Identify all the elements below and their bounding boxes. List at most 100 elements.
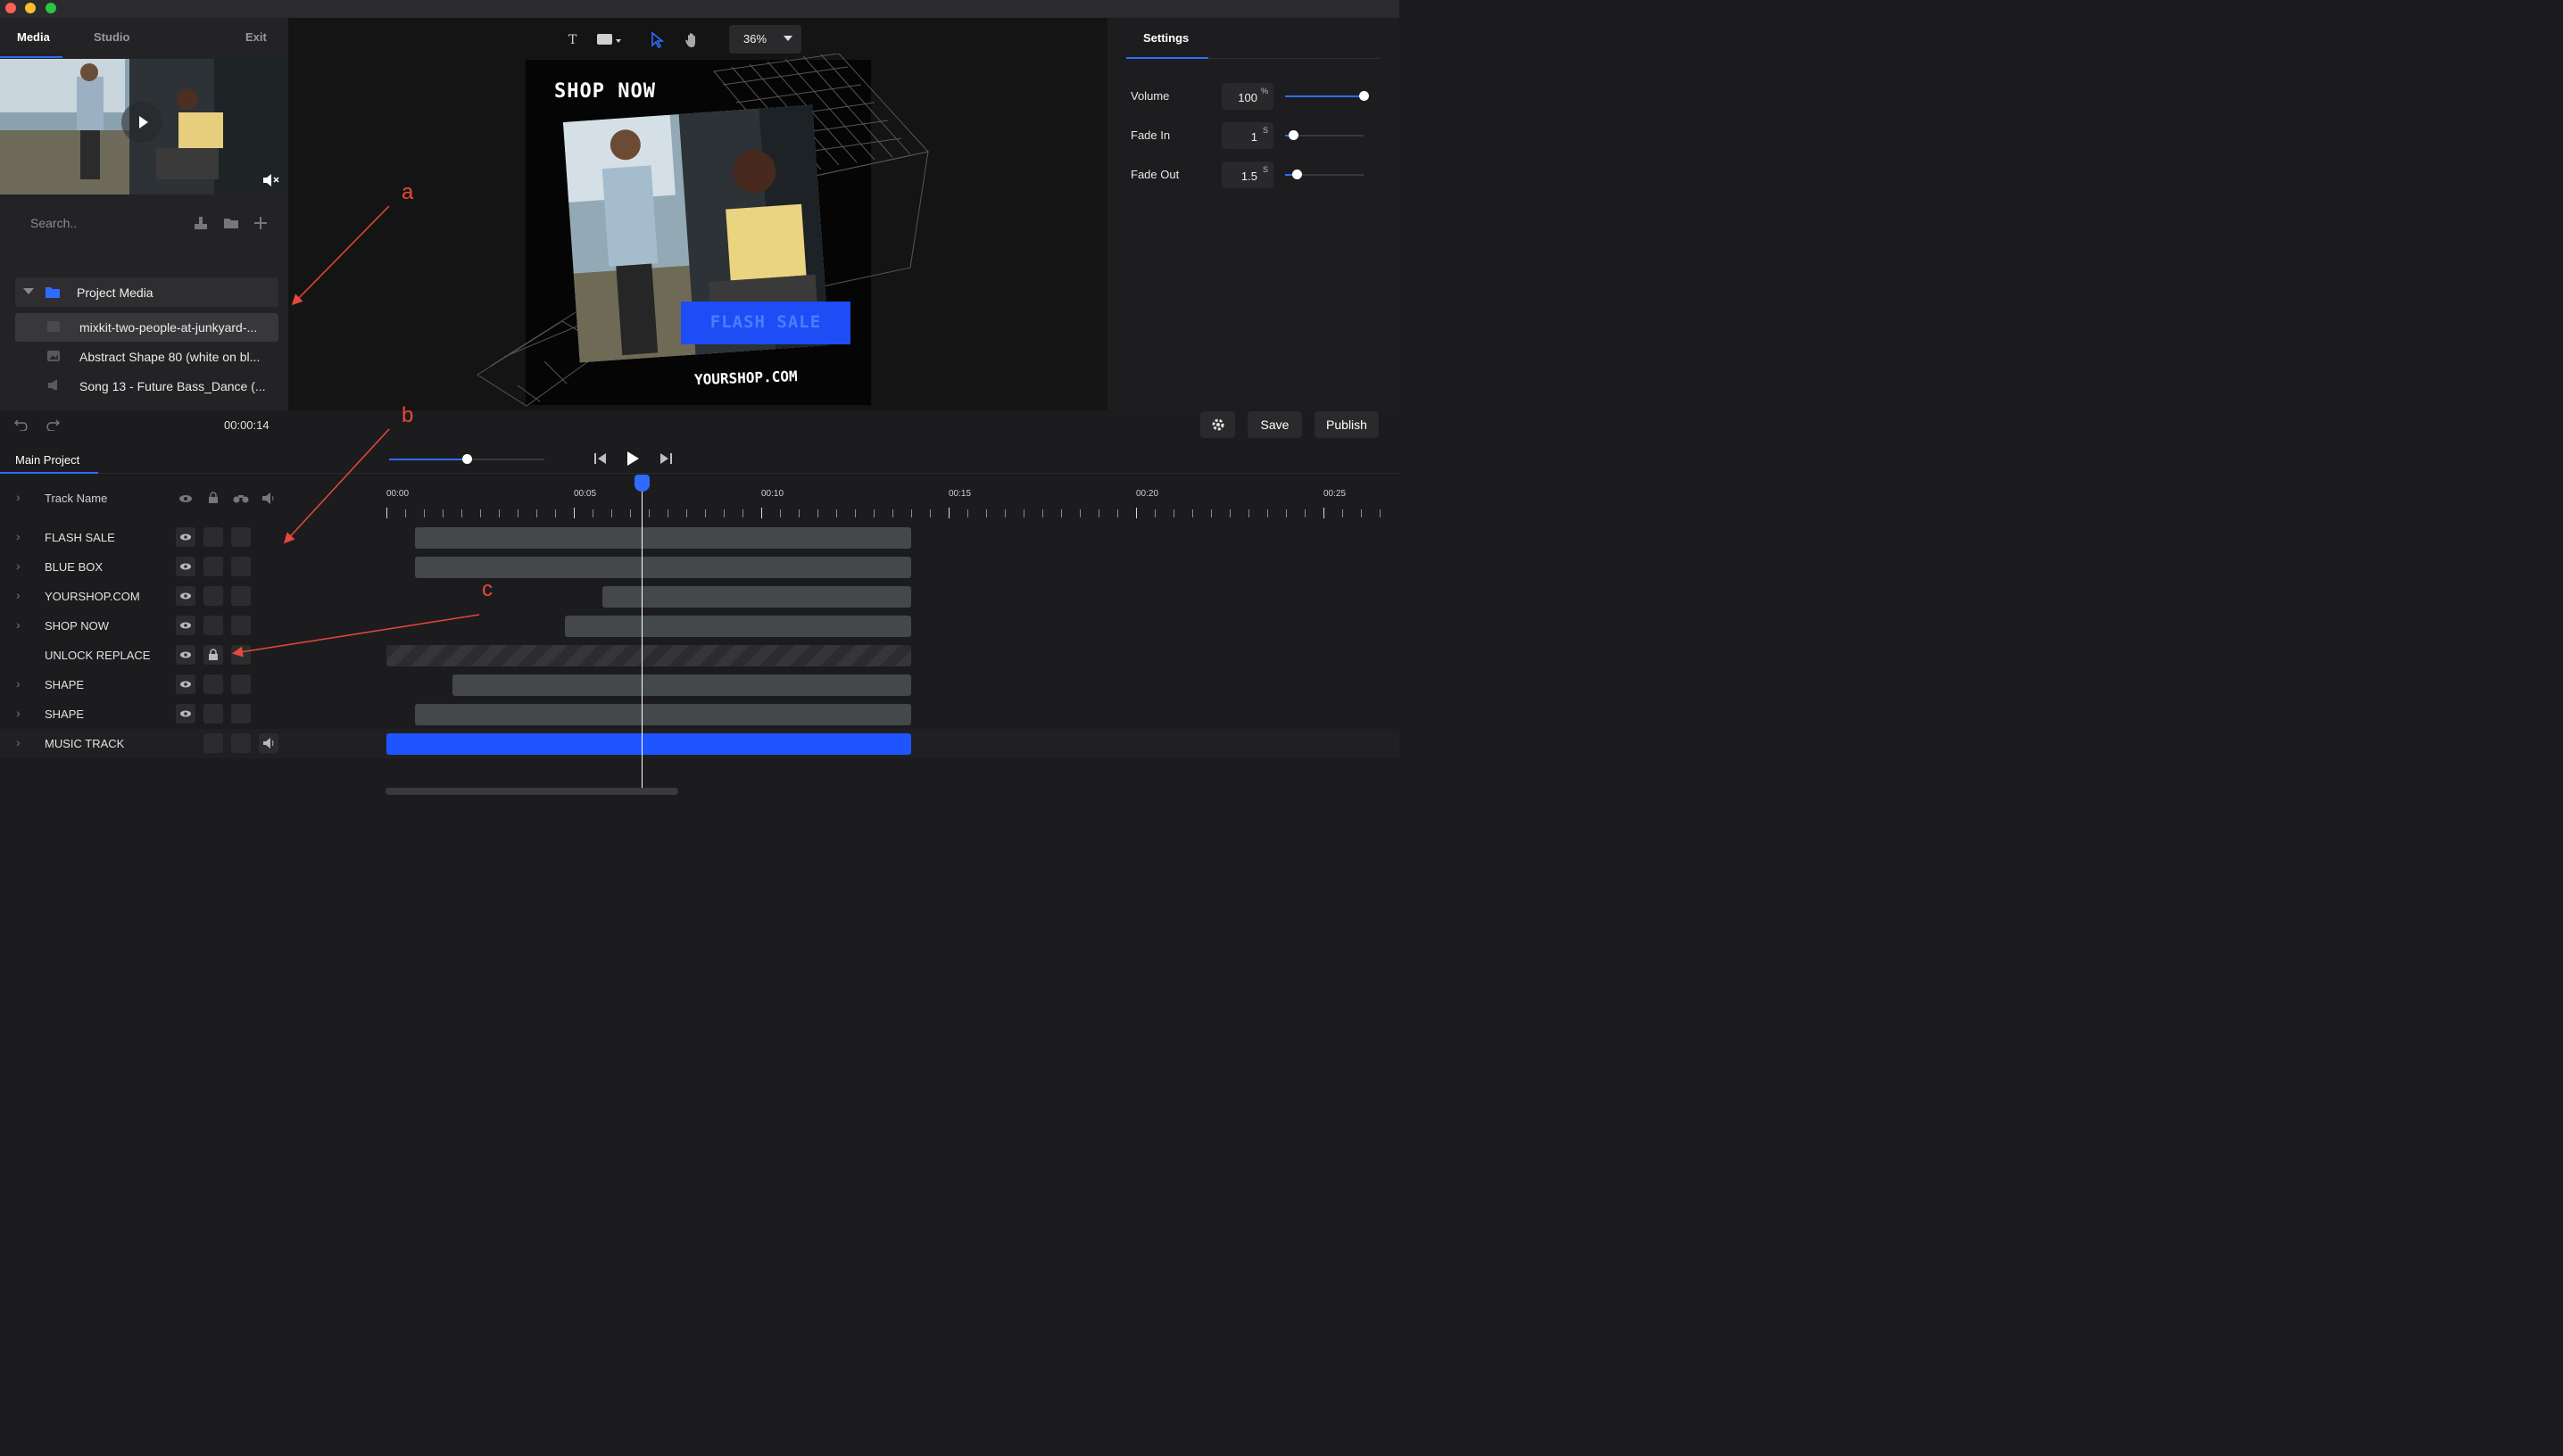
lock-toggle[interactable]	[203, 674, 223, 694]
playhead-handle[interactable]	[634, 475, 650, 492]
chevron-right-icon[interactable]: ›	[16, 676, 21, 691]
track-row[interactable]: › SHAPE	[0, 670, 1399, 699]
visibility-toggle[interactable]	[176, 527, 195, 547]
publish-button[interactable]: Publish	[1315, 411, 1379, 438]
project-media-folder[interactable]: Project Media	[15, 277, 278, 307]
mute-icon[interactable]	[261, 173, 281, 187]
import-icon[interactable]	[194, 216, 208, 230]
fade-out-input[interactable]: 1.5 S	[1222, 161, 1273, 188]
solo-toggle[interactable]	[231, 616, 251, 635]
folder-icon[interactable]	[223, 217, 239, 229]
visibility-toggle[interactable]	[176, 616, 195, 635]
visibility-toggle[interactable]	[176, 645, 195, 665]
track-row[interactable]: › MUSIC TRACK	[0, 729, 1399, 758]
chevron-right-icon[interactable]: ›	[16, 617, 21, 632]
visibility-toggle[interactable]	[176, 586, 195, 606]
lock-toggle[interactable]	[203, 557, 223, 576]
play-icon[interactable]	[626, 451, 640, 467]
fade-in-input[interactable]: 1 S	[1222, 122, 1273, 149]
track-row[interactable]: › SHOP NOW	[0, 611, 1399, 641]
track-clip[interactable]	[452, 674, 911, 696]
lock-toggle[interactable]	[203, 704, 223, 724]
chevron-down-icon[interactable]	[23, 288, 34, 295]
solo-toggle[interactable]	[231, 527, 251, 547]
chevron-right-icon[interactable]: ›	[16, 588, 21, 602]
track-clip[interactable]	[601, 586, 911, 608]
exit-button[interactable]: Exit	[245, 30, 267, 44]
track-row[interactable]: › YOURSHOP.COM	[0, 582, 1399, 611]
timeline-scrollbar[interactable]	[386, 788, 678, 795]
music-clip[interactable]	[386, 733, 911, 755]
text-tool-icon[interactable]: T	[568, 33, 576, 47]
lock-toggle[interactable]	[203, 733, 223, 753]
volume-icon[interactable]	[261, 492, 276, 504]
solo-toggle[interactable]	[231, 557, 251, 576]
tab-studio[interactable]: Studio	[94, 30, 129, 44]
chevron-right-icon[interactable]: ›	[16, 735, 21, 749]
skip-forward-icon[interactable]	[659, 452, 673, 465]
lock-toggle[interactable]	[203, 616, 223, 635]
search-input[interactable]: Search..	[30, 216, 77, 230]
chevron-right-icon[interactable]: ›	[16, 490, 21, 504]
track-clip[interactable]	[414, 704, 911, 725]
solo-toggle[interactable]	[231, 674, 251, 694]
chevron-right-icon[interactable]: ›	[16, 529, 21, 543]
preview-play-button[interactable]	[121, 102, 162, 143]
flash-sale-box[interactable]: FLASH SALE	[681, 302, 850, 344]
track-clip[interactable]	[414, 527, 911, 549]
fade-out-slider[interactable]	[1285, 170, 1364, 179]
undo-icon[interactable]	[14, 417, 30, 431]
skip-back-icon[interactable]	[593, 452, 608, 465]
solo-toggle[interactable]	[231, 645, 251, 665]
solo-toggle[interactable]	[231, 586, 251, 606]
minimize-window-button[interactable]	[25, 3, 36, 13]
chevron-right-icon[interactable]: ›	[16, 706, 21, 720]
timeline-settings-button[interactable]	[1200, 411, 1235, 438]
solo-toggle[interactable]	[231, 733, 251, 753]
maximize-window-button[interactable]	[46, 3, 56, 13]
tab-media[interactable]: Media	[17, 30, 50, 44]
lock-icon[interactable]	[208, 492, 219, 504]
zoom-select[interactable]: 36%	[729, 25, 801, 54]
volume-toggle[interactable]	[259, 733, 278, 753]
track-row[interactable]: UNLOCK REPLACE	[0, 641, 1399, 670]
visibility-toggle[interactable]	[176, 557, 195, 576]
hand-tool-icon[interactable]	[684, 32, 699, 48]
media-preview[interactable]	[0, 59, 288, 194]
chevron-right-icon[interactable]: ›	[16, 558, 21, 573]
visibility-toggle[interactable]	[176, 704, 195, 724]
timeline-zoom-slider[interactable]	[389, 454, 544, 464]
track-clip[interactable]	[386, 645, 911, 666]
solo-toggle[interactable]	[231, 704, 251, 724]
eye-icon[interactable]	[178, 494, 193, 503]
track-row[interactable]: › SHAPE	[0, 699, 1399, 729]
select-tool-icon[interactable]	[651, 32, 665, 48]
media-item-video[interactable]: mixkit-two-people-at-junkyard-...	[15, 313, 278, 342]
slider-knob[interactable]	[1288, 130, 1298, 140]
lock-toggle[interactable]	[203, 527, 223, 547]
save-button[interactable]: Save	[1248, 411, 1302, 438]
fade-in-slider[interactable]	[1285, 130, 1364, 140]
slider-knob[interactable]	[462, 454, 472, 464]
lock-toggle[interactable]	[203, 645, 223, 665]
track-clip[interactable]	[414, 557, 911, 578]
track-row[interactable]: › FLASH SALE	[0, 523, 1399, 552]
yourshop-url-text[interactable]: YOURSHOP.COM	[694, 368, 798, 388]
track-clip[interactable]	[564, 616, 911, 637]
tab-main-project[interactable]: Main Project	[15, 453, 79, 467]
volume-slider[interactable]	[1285, 91, 1369, 101]
redo-icon[interactable]	[44, 417, 60, 431]
media-item-image[interactable]: Abstract Shape 80 (white on bl...	[15, 343, 278, 371]
lock-toggle[interactable]	[203, 586, 223, 606]
track-row[interactable]: › BLUE BOX	[0, 552, 1399, 582]
slider-knob[interactable]	[1359, 91, 1369, 101]
visibility-toggle[interactable]	[176, 674, 195, 694]
volume-input[interactable]: 100 %	[1222, 83, 1273, 110]
media-item-audio[interactable]: Song 13 - Future Bass_Dance (...	[15, 372, 278, 401]
add-icon[interactable]	[253, 216, 268, 230]
tab-settings[interactable]: Settings	[1143, 31, 1189, 45]
shape-tool-icon[interactable]	[596, 33, 625, 47]
binoculars-icon[interactable]	[233, 493, 249, 503]
shop-now-text[interactable]: SHOP NOW	[554, 80, 656, 103]
media-search[interactable]: Search..	[16, 211, 275, 236]
